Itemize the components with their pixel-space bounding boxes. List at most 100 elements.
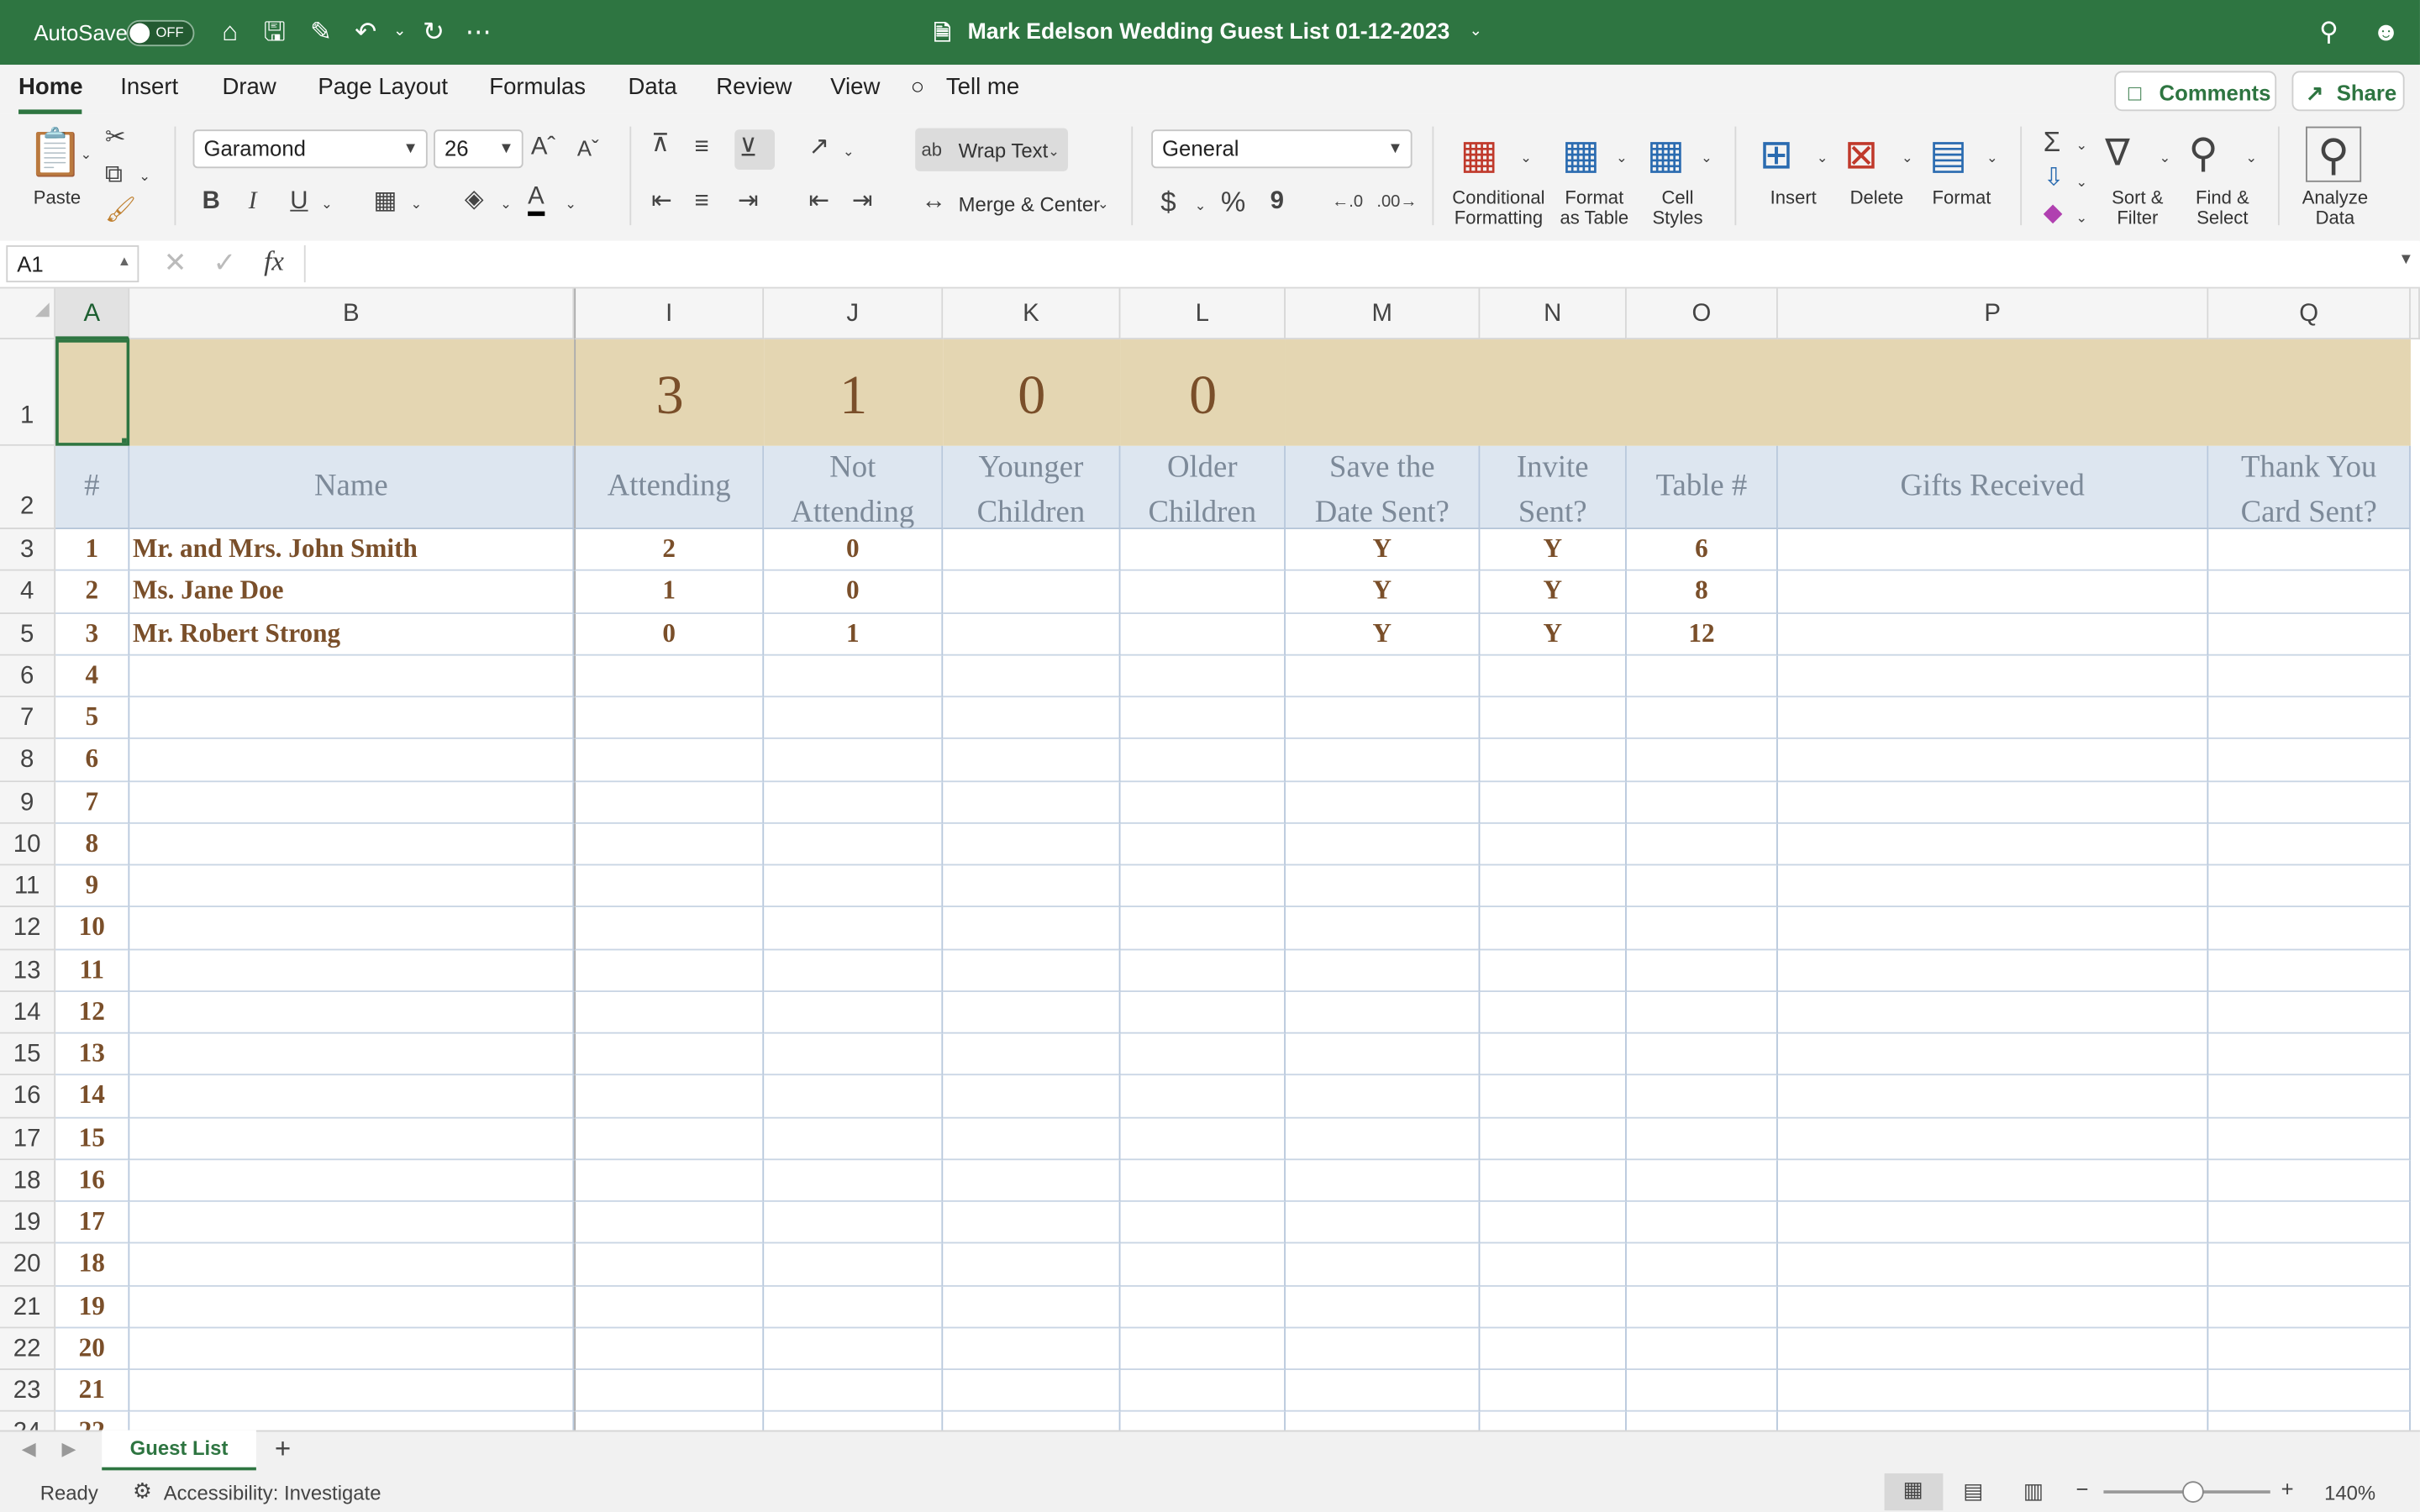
grid-cell[interactable]: [943, 1075, 1121, 1118]
decrease-indent-icon[interactable]: ⇤: [808, 186, 829, 218]
insert-dropdown-icon[interactable]: ⌄: [1817, 142, 1828, 173]
grid-cell[interactable]: [2208, 528, 2411, 572]
zoom-out-icon[interactable]: −: [2075, 1477, 2088, 1501]
cell-A1-selected[interactable]: [55, 339, 130, 446]
grid-cell[interactable]: [943, 613, 1121, 656]
grid-cell[interactable]: [129, 1117, 575, 1160]
paste-dropdown-icon[interactable]: ⌄: [81, 139, 92, 170]
column-header-L[interactable]: L: [1120, 288, 1286, 340]
grid-cell[interactable]: [764, 907, 944, 950]
tab-data[interactable]: Data: [629, 74, 677, 100]
grid-cell[interactable]: [1480, 1412, 1627, 1431]
grid-cell[interactable]: [764, 1243, 944, 1286]
grid-cell[interactable]: [1120, 823, 1286, 866]
grid-cell[interactable]: [2208, 1369, 2411, 1413]
column-header-P[interactable]: P: [1777, 288, 2209, 340]
grid-cell[interactable]: [1285, 1285, 1481, 1328]
grid-cell[interactable]: [1777, 865, 2209, 908]
grid-cell[interactable]: [1285, 1159, 1481, 1202]
guest-table-cell[interactable]: 6: [1626, 528, 1778, 572]
currency-dropdown-icon[interactable]: ⌄: [1195, 190, 1207, 221]
tab-home[interactable]: Home: [18, 74, 83, 100]
grid-cell[interactable]: [1626, 1075, 1778, 1118]
grid-cell[interactable]: [943, 739, 1121, 782]
grid-cell[interactable]: [1777, 1369, 2209, 1413]
row-header[interactable]: 7: [0, 697, 56, 740]
grid-cell[interactable]: [764, 1033, 944, 1076]
orientation-icon[interactable]: ↗: [808, 133, 829, 164]
format-cells-icon[interactable]: ▤: [1929, 133, 1967, 176]
row-index-cell[interactable]: 9: [55, 865, 130, 908]
header-invite-sent[interactable]: Invite Sent?: [1480, 445, 1627, 529]
header-not-attending[interactable]: Not Attending: [764, 445, 944, 529]
guest-num-cell[interactable]: 1: [55, 528, 130, 572]
grid-cell[interactable]: [574, 949, 765, 992]
grid-cell[interactable]: [1285, 1201, 1481, 1244]
grid-cell[interactable]: [764, 781, 944, 824]
font-name-dropdown[interactable]: Garamond ▼: [192, 129, 428, 169]
grid-cell[interactable]: [574, 865, 765, 908]
column-header-I[interactable]: I: [574, 288, 765, 340]
grid-cell[interactable]: [1626, 1117, 1778, 1160]
align-middle-icon[interactable]: ≡: [695, 133, 709, 164]
grid-cell[interactable]: [764, 1159, 944, 1202]
row-header[interactable]: 19: [0, 1201, 56, 1244]
row-header[interactable]: 24: [0, 1412, 56, 1431]
row-header[interactable]: 1: [0, 339, 56, 446]
grid-cell[interactable]: [943, 991, 1121, 1034]
column-header-O[interactable]: O: [1626, 288, 1778, 340]
grid-cell[interactable]: [1777, 655, 2209, 698]
grid-cell[interactable]: [2208, 613, 2411, 656]
grid-cell[interactable]: [1120, 613, 1286, 656]
column-header-J[interactable]: J: [764, 288, 944, 340]
grid-cell[interactable]: [1285, 865, 1481, 908]
grid-cell[interactable]: [1120, 1159, 1286, 1202]
grid-cell[interactable]: [2208, 739, 2411, 782]
grid-cell[interactable]: [1626, 1369, 1778, 1413]
conditional-formatting-icon[interactable]: ▦: [1460, 133, 1498, 176]
grid-cell[interactable]: [129, 823, 575, 866]
grid-cell[interactable]: [943, 781, 1121, 824]
row-header[interactable]: 16: [0, 1075, 56, 1118]
guest-invite-cell[interactable]: Y: [1480, 571, 1627, 614]
grid-cell[interactable]: [574, 739, 765, 782]
grid-cell[interactable]: [129, 697, 575, 740]
grid-cell[interactable]: [574, 1412, 765, 1431]
search-icon[interactable]: ⚲: [2312, 15, 2345, 49]
grid-cell[interactable]: [943, 1285, 1121, 1328]
grid-cell[interactable]: [129, 1075, 575, 1118]
redo-icon[interactable]: ↻: [417, 15, 450, 49]
grid-cell[interactable]: [2208, 697, 2411, 740]
row-header[interactable]: 15: [0, 1033, 56, 1076]
scroll-sheets-left-icon[interactable]: ◀: [22, 1438, 36, 1460]
grid-cell[interactable]: [1626, 739, 1778, 782]
autosave-toggle[interactable]: OFF: [126, 19, 195, 47]
grid-cell[interactable]: [1626, 781, 1778, 824]
grid-cell[interactable]: [129, 655, 575, 698]
font-color-icon[interactable]: A: [528, 184, 544, 217]
grid-cell[interactable]: [764, 1075, 944, 1118]
tab-insert[interactable]: Insert: [120, 74, 178, 100]
row-index-cell[interactable]: 17: [55, 1201, 130, 1244]
grid-cell[interactable]: [1120, 571, 1286, 614]
grid-cell[interactable]: [764, 1201, 944, 1244]
borders-icon[interactable]: ▦: [373, 186, 397, 218]
grid-cell[interactable]: [1777, 528, 2209, 572]
grid-cell[interactable]: [2208, 907, 2411, 950]
enter-icon[interactable]: ✓: [213, 247, 236, 280]
zoom-in-icon[interactable]: +: [2281, 1477, 2294, 1501]
grid-cell[interactable]: [1777, 1033, 2209, 1076]
grid-cell[interactable]: [1480, 697, 1627, 740]
grid-cell[interactable]: [943, 528, 1121, 572]
grid-cell[interactable]: [2208, 1327, 2411, 1370]
number-format-dropdown[interactable]: General ▼: [1151, 129, 1413, 169]
align-right-icon[interactable]: ⇥: [738, 186, 759, 218]
header-table-number[interactable]: Table #: [1626, 445, 1778, 529]
row-index-cell[interactable]: 11: [55, 949, 130, 992]
copy-dropdown-icon[interactable]: ⌄: [139, 160, 150, 192]
guest-num-cell[interactable]: 2: [55, 571, 130, 614]
grid-cell[interactable]: [129, 1243, 575, 1286]
select-all-corner[interactable]: ◢: [0, 288, 56, 340]
clear-icon[interactable]: ◆: [2044, 199, 2063, 230]
sort-filter-icon[interactable]: ∇: [2105, 133, 2130, 176]
